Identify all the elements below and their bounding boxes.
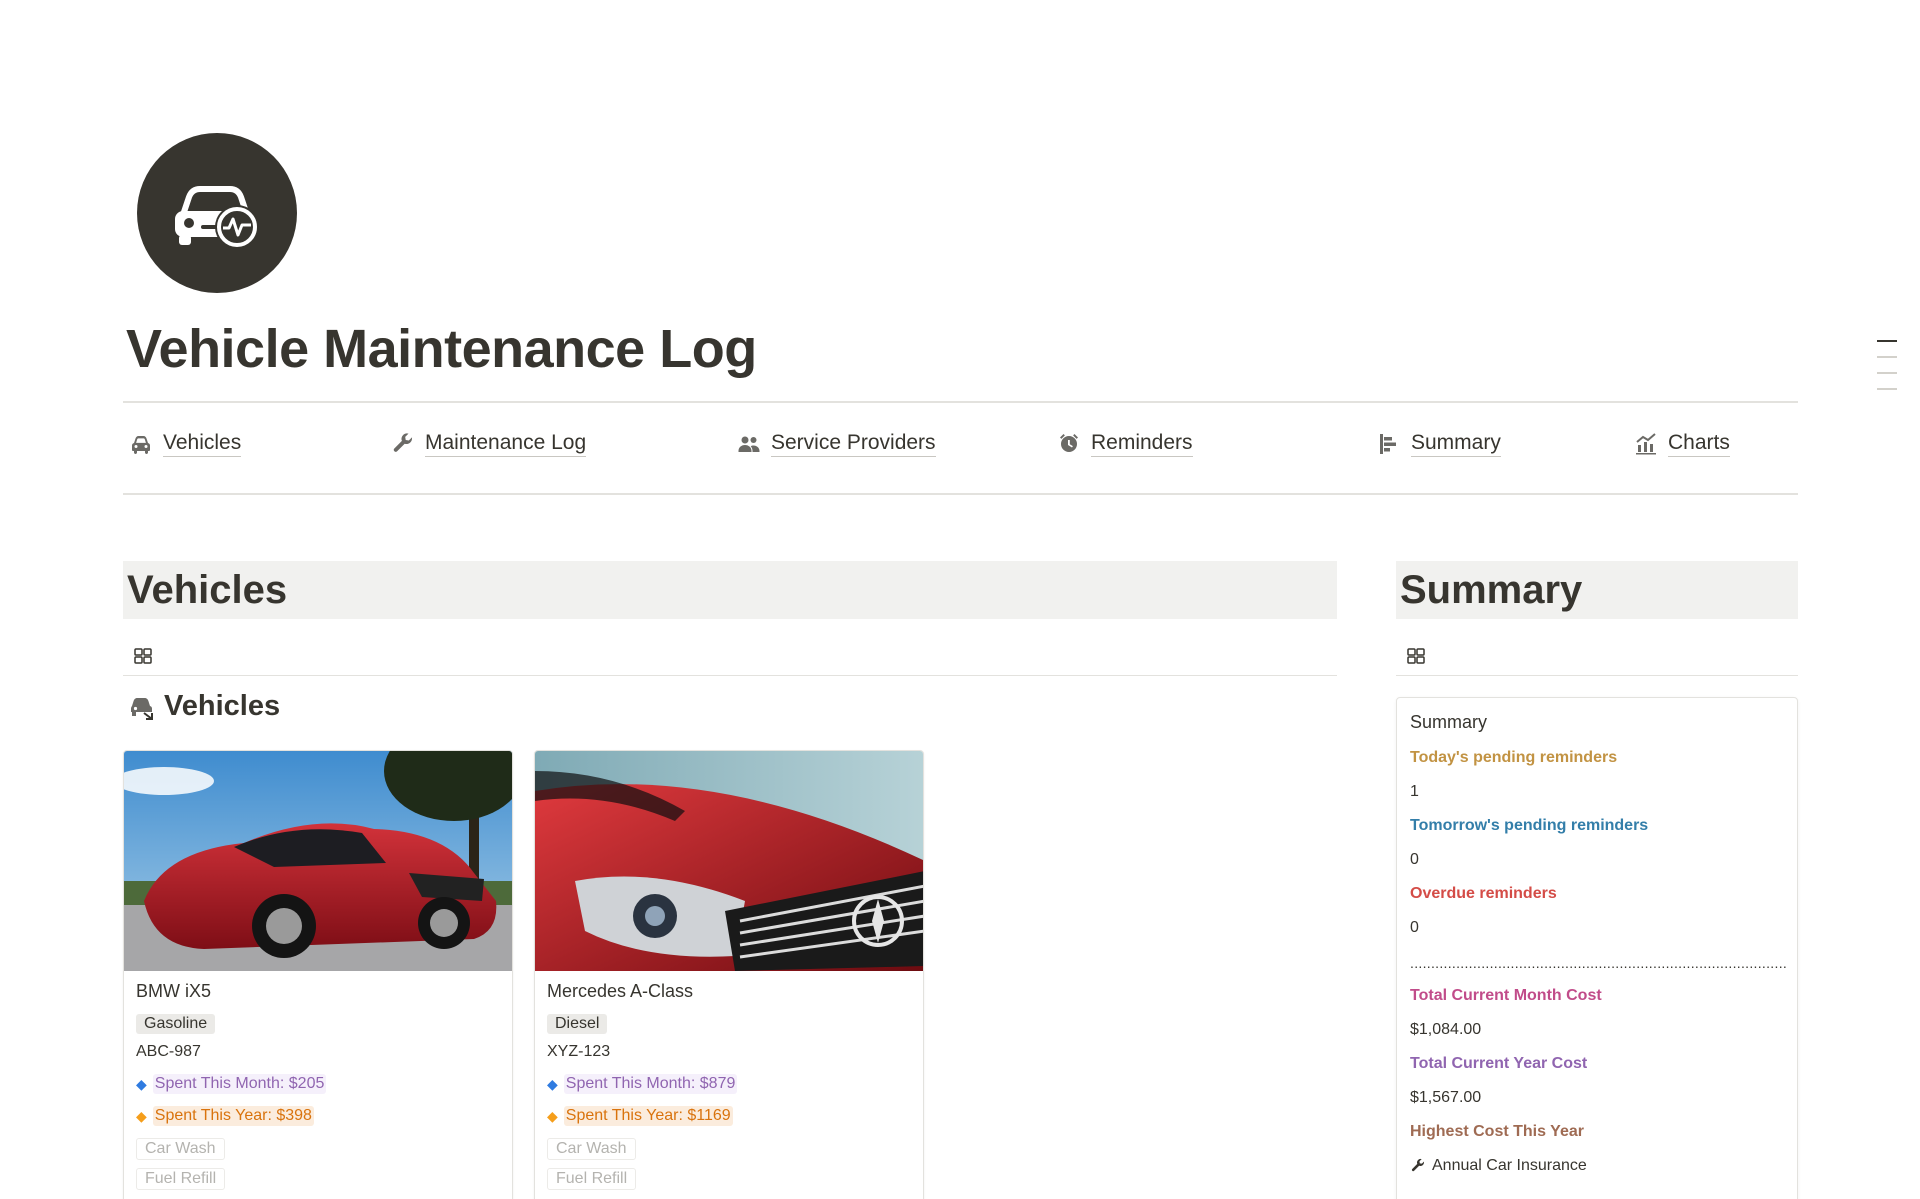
nav-charts[interactable]: Charts [1634,430,1730,457]
spent-year-stat: ◆ Spent This Year: $1169 [547,1106,911,1126]
tomorrow-reminders-label: Tomorrow's pending reminders [1410,817,1649,834]
vehicle-card[interactable]: BMW iX5 Gasoline ABC-987 ◆ Spent This Mo… [123,750,513,1199]
car-health-icon [175,186,259,249]
highest-cost-item: Annual Car Insurance [1410,1157,1784,1175]
table-of-contents-minimap[interactable] [1877,340,1897,404]
spent-year-value: Spent This Year: $1169 [563,1106,733,1126]
nav-label: Reminders [1091,430,1193,457]
gallery-view-icon[interactable] [133,646,153,666]
toc-line[interactable] [1877,340,1897,342]
page-title: Vehicle Maintenance Log [126,319,757,379]
highest-cost-label: Highest Cost This Year [1410,1123,1584,1140]
service-tag: Car Wash [547,1138,636,1160]
tomorrow-reminders-value: 0 [1410,851,1419,868]
people-icon [738,436,760,452]
blue-diamond-icon: ◆ [547,1075,558,1092]
spent-month-stat: ◆ Spent This Month: $879 [547,1074,911,1094]
nav-label: Service Providers [771,430,936,457]
summary-view-bar [1396,636,1798,676]
overdue-reminders-label: Overdue reminders [1410,885,1557,902]
today-reminders-label: Today's pending reminders [1410,749,1618,766]
vehicle-cover-image [124,751,512,971]
service-tag: Car Wash [136,1138,225,1160]
wrench-icon [1411,1158,1425,1172]
vehicles-heading: Vehicles [123,561,1337,619]
service-tag: Fuel Refill [136,1168,226,1190]
car-icon [132,435,150,454]
nav-vehicles[interactable]: Vehicles [129,430,242,457]
orange-diamond-icon: ◆ [136,1107,147,1124]
vehicle-cover-image [535,751,923,971]
nav-reminders[interactable]: Reminders [1057,430,1193,457]
month-cost-label: Total Current Month Cost [1410,987,1602,1004]
notion-page: Vehicle Maintenance Log Vehicles Mainten… [0,0,1920,1199]
toc-line[interactable] [1877,356,1897,358]
year-cost-value: $1,567.00 [1410,1089,1482,1106]
divider [123,401,1798,403]
gallery-view-icon[interactable] [1406,646,1426,666]
wrench-icon [393,432,413,452]
db-title-label: Vehicles [164,690,281,722]
today-reminders-value: 1 [1410,783,1419,800]
highest-cost-item-label: Annual Car Insurance [1432,1157,1587,1174]
vehicle-name: BMW iX5 [136,981,212,1001]
nav-maintenance-log[interactable]: Maintenance Log [391,430,587,457]
month-cost-value: $1,084.00 [1410,1021,1482,1038]
year-cost-label: Total Current Year Cost [1410,1055,1588,1072]
alarm-icon [1060,433,1078,452]
summary-icon [1380,433,1396,454]
service-tag: Fuel Refill [547,1168,637,1190]
blue-diamond-icon: ◆ [136,1075,147,1092]
vehicles-database-title[interactable]: Vehicles [128,690,280,723]
dotted-separator: ........................................… [1410,955,1788,971]
orange-diamond-icon: ◆ [547,1107,558,1124]
vehicles-view-bar [123,636,1337,676]
fuel-tag: Gasoline [136,1014,216,1034]
toc-line[interactable] [1877,388,1897,390]
car-link-icon [131,697,153,720]
nav-summary[interactable]: Summary [1377,430,1501,457]
divider [123,493,1798,495]
license-plate: XYZ-123 [547,1043,611,1060]
page-icon[interactable] [137,133,297,293]
top-nav: Vehicles Maintenance Log Service Provide… [123,420,1798,474]
nav-label: Vehicles [163,430,242,457]
nav-service-providers[interactable]: Service Providers [737,430,936,457]
spent-month-value: Spent This Month: $205 [152,1074,327,1094]
summary-heading: Summary [1396,561,1798,619]
nav-label: Summary [1411,430,1501,457]
summary-card-title: Summary [1410,712,1488,732]
nav-label: Charts [1668,430,1730,457]
nav-label: Maintenance Log [425,430,587,457]
toc-line[interactable] [1877,372,1897,374]
spent-year-stat: ◆ Spent This Year: $398 [136,1106,500,1126]
spent-year-value: Spent This Year: $398 [152,1106,314,1126]
spent-month-value: Spent This Month: $879 [563,1074,738,1094]
chart-icon [1636,432,1656,454]
overdue-reminders-value: 0 [1410,919,1419,936]
vehicle-card[interactable]: Mercedes A-Class Diesel XYZ-123 ◆ Spent … [534,750,924,1199]
vehicle-name: Mercedes A-Class [547,981,694,1001]
license-plate: ABC-987 [136,1043,201,1060]
spent-month-stat: ◆ Spent This Month: $205 [136,1074,500,1094]
fuel-tag: Diesel [547,1014,608,1034]
summary-card[interactable]: Summary Today's pending reminders 1 Tomo… [1396,697,1798,1199]
